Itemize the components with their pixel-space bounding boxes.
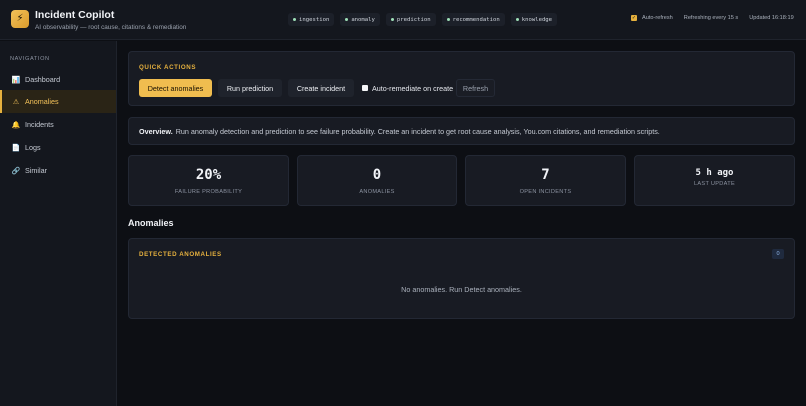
anomalies-heading: Anomalies — [128, 218, 174, 228]
pill-recommendation: recommendation — [441, 13, 505, 26]
app-title: Incident Copilot — [35, 9, 115, 21]
app-header: ⚡ Incident Copilot AI observability — ro… — [0, 0, 806, 40]
status-dot-icon — [446, 18, 450, 21]
stat-label: FAILURE PROBABILITY — [174, 189, 243, 195]
status-dot-icon — [515, 18, 519, 21]
overview-banner: Overview. Run anomaly detection and pred… — [128, 117, 795, 145]
log-icon: 📄 — [11, 144, 21, 152]
sidebar-item-logs[interactable]: 📄 Logs — [0, 136, 116, 159]
app-subtitle: AI observability — root cause, citations… — [35, 24, 187, 31]
overview-text: Run anomaly detection and prediction to … — [175, 126, 660, 136]
link-icon: 🔗 — [11, 167, 21, 175]
quick-actions-card: QUICK ACTIONS Detect anomalies Run predi… — [128, 51, 795, 106]
sidebar-item-similar[interactable]: 🔗 Similar — [0, 159, 116, 182]
stat-failure-probability: 20% FAILURE PROBABILITY — [128, 155, 289, 206]
sidebar-item-dashboard[interactable]: 📊 Dashboard — [0, 68, 116, 91]
stat-anomalies: 0 ANOMALIES — [297, 155, 457, 206]
pill-knowledge: knowledge — [510, 13, 558, 26]
auto-refresh-label[interactable]: Auto-refresh — [642, 15, 673, 21]
last-updated: Updated 16:18:19 — [749, 15, 794, 21]
auto-remediate-checkbox[interactable] — [362, 85, 368, 91]
detect-anomalies-button[interactable]: Detect anomalies — [139, 79, 212, 97]
refresh-button[interactable]: Refresh — [456, 79, 495, 97]
detected-anomalies-title: DETECTED ANOMALIES — [139, 251, 222, 258]
anomaly-count-badge: 0 — [772, 249, 784, 259]
bell-icon: 🔔 — [11, 121, 21, 129]
sidebar-item-incidents[interactable]: 🔔 Incidents — [0, 113, 116, 136]
detected-anomalies-card: DETECTED ANOMALIES 0 No anomalies. Run D… — [128, 238, 795, 319]
stat-value: 0 — [372, 167, 382, 183]
create-incident-button[interactable]: Create incident — [288, 79, 354, 97]
quick-actions-title: QUICK ACTIONS — [139, 64, 197, 71]
auto-refresh-checkbox[interactable]: ✓ — [631, 15, 637, 21]
empty-state-text: No anomalies. Run Detect anomalies. — [401, 285, 522, 294]
stat-value: 5 h ago — [695, 168, 734, 178]
auto-remediate-toggle[interactable]: Auto-remediate on create — [362, 79, 453, 97]
stat-value: 20% — [195, 167, 222, 183]
auto-remediate-label[interactable]: Auto-remediate on create — [372, 84, 453, 93]
pill-ingestion: ingestion — [288, 13, 335, 26]
refresh-interval: Refreshing every 15 s — [683, 15, 739, 21]
status-dot-icon — [345, 18, 349, 21]
pill-prediction: prediction — [385, 13, 436, 26]
stat-label: LAST UPDATE — [693, 181, 736, 187]
chart-icon: 📊 — [11, 76, 21, 84]
nav-heading: NAVIGATION — [10, 56, 50, 62]
pill-anomaly: anomaly — [340, 13, 380, 26]
sidebar: NAVIGATION 📊 Dashboard ⚠ Anomalies 🔔 Inc… — [0, 41, 117, 406]
stat-last-update: 5 h ago LAST UPDATE — [634, 155, 795, 206]
bolt-icon: ⚡ — [11, 10, 29, 28]
overview-label: Overview. — [139, 126, 173, 136]
refresh-controls: ✓ Auto-refresh Refreshing every 15 s Upd… — [631, 15, 794, 21]
run-prediction-button[interactable]: Run prediction — [218, 79, 282, 97]
stat-value: 7 — [541, 167, 550, 183]
warning-icon: ⚠ — [12, 98, 20, 106]
service-pills: ingestion anomaly prediction recommendat… — [288, 13, 558, 26]
status-dot-icon — [293, 18, 296, 21]
stat-label: ANOMALIES — [359, 189, 395, 195]
status-dot-icon — [390, 18, 394, 21]
sidebar-item-anomalies[interactable]: ⚠ Anomalies — [0, 90, 116, 113]
stat-label: OPEN INCIDENTS — [519, 189, 572, 195]
stat-open-incidents: 7 OPEN INCIDENTS — [465, 155, 626, 206]
